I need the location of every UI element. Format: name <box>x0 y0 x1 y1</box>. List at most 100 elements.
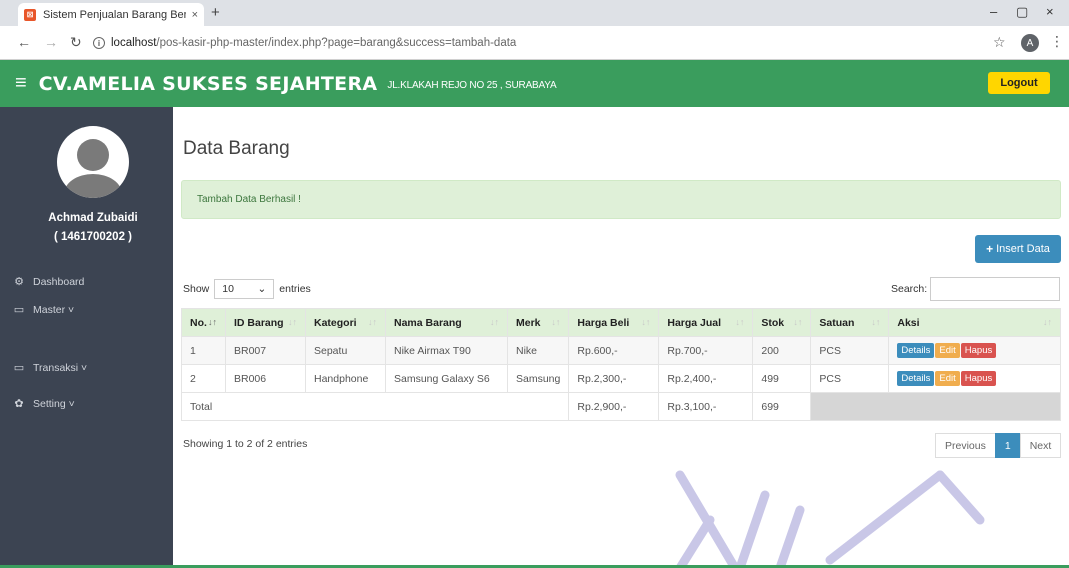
column-header-harga-beli[interactable]: Harga Beli ↓↑ <box>568 308 660 337</box>
column-header-harga-jual[interactable]: Harga Jual ↓↑ <box>658 308 754 337</box>
user-name: Achmad Zubaidi <box>48 212 138 224</box>
success-alert: Tambah Data Berhasil ! <box>181 180 1061 219</box>
column-header-no[interactable]: No. ↓↑ <box>181 308 226 337</box>
page-1-button[interactable]: 1 <box>994 433 1021 458</box>
url-path: /pos-kasir-php-master/index.php?page=bar… <box>156 37 517 49</box>
maximize-icon[interactable]: ▢ <box>1016 4 1028 20</box>
cell-satuan: PCS <box>810 364 890 393</box>
cell-id-barang: BR006 <box>225 364 306 393</box>
logout-button[interactable]: Logout <box>988 72 1050 94</box>
browser-tab-bar: ⊠ Sistem Penjualan Barang Berbas × + – ▢… <box>0 0 1069 26</box>
reload-icon[interactable]: ↻ <box>70 34 82 51</box>
table-row: 1 BR007 Sepatu Nike Airmax T90 Nike Rp.6… <box>181 336 1061 365</box>
cell-merk: Nike <box>506 336 570 365</box>
column-header-id-barang[interactable]: ID Barang ↓↑ <box>225 308 306 337</box>
column-header-satuan[interactable]: Satuan ↓↑ <box>810 308 890 337</box>
table-header-row: No. ↓↑ ID Barang ↓↑ Kategori ↓↑ Nama Barang… <box>181 308 1061 337</box>
edit-button[interactable]: Edit <box>935 343 960 358</box>
sidebar-item-setting[interactable]: ✿ Setting ˅ <box>12 397 75 411</box>
cell-merk: Samsung <box>506 364 570 393</box>
total-harga-jual: Rp.3,100,- <box>658 392 754 421</box>
entries-select-value: 10 <box>222 283 234 295</box>
total-label: Total <box>180 392 570 421</box>
monitor-icon: ▭ <box>13 304 25 316</box>
new-tab-icon[interactable]: + <box>211 4 220 21</box>
sidebar-item-dashboard[interactable]: ⚙ Dashboard <box>12 275 85 289</box>
user-id: ( 1461700202 ) <box>53 231 132 243</box>
sidebar-item-transaksi[interactable]: ▭ Transaksi ˅ <box>12 361 87 375</box>
pagination: Previous 1 Next <box>935 433 1062 458</box>
cell-satuan: PCS <box>810 336 890 365</box>
forward-arrow-icon[interactable]: → <box>44 34 58 50</box>
cell-kategori: Sepatu <box>305 336 386 365</box>
cell-stok: 200 <box>752 336 812 365</box>
entries-select[interactable]: 10 ⌄ <box>214 279 275 299</box>
sidebar-item-master[interactable]: ▭ Master ˅ <box>12 303 75 317</box>
app-header: ≡ CV.AMELIA SUKSES SEJAHTERA JL.KLAKAH R… <box>0 60 1069 107</box>
show-label: Show <box>183 283 210 295</box>
info-icon[interactable]: i <box>93 37 105 49</box>
cell-aksi: Details Edit Hapus <box>888 336 1061 365</box>
chevron-down-icon: ⌄ <box>257 283 267 295</box>
page-title: Data Barang <box>183 138 290 159</box>
url-host: localhost <box>111 37 157 49</box>
insert-data-label: Insert Data <box>996 243 1050 255</box>
sidebar-item-label: Dashboard <box>33 275 85 288</box>
cell-stok: 499 <box>752 364 812 393</box>
monitor-icon: ▭ <box>13 362 25 374</box>
total-row: Total Rp.2,900,- Rp.3,100,- 699 <box>180 392 1061 421</box>
cell-harga-beli: Rp.600,- <box>568 336 660 365</box>
previous-page-button[interactable]: Previous <box>935 433 996 458</box>
company-name: CV.AMELIA SUKSES SEJAHTERA <box>38 72 378 95</box>
details-button[interactable]: Details <box>897 343 935 358</box>
cell-aksi: Details Edit Hapus <box>888 364 1061 393</box>
total-stok: 699 <box>752 392 812 421</box>
avatar <box>57 126 129 198</box>
column-header-merk[interactable]: Merk ↓↑ <box>506 308 570 337</box>
dashboard-icon: ⚙ <box>14 276 24 288</box>
cell-harga-jual: Rp.700,- <box>658 336 754 365</box>
window-close-icon[interactable]: × <box>1046 4 1054 19</box>
cell-nama-barang: Nike Airmax T90 <box>385 336 508 365</box>
sidebar: Achmad Zubaidi ( 1461700202 ) ⚙ Dashboar… <box>0 107 173 568</box>
minimize-icon[interactable]: – <box>990 4 997 19</box>
browser-address-bar: ← → ↻ i localhost/pos-kasir-php-master/i… <box>0 26 1069 60</box>
cell-harga-beli: Rp.2,300,- <box>568 364 660 393</box>
bookmark-star-icon[interactable]: ☆ <box>993 34 1006 51</box>
cell-no: 1 <box>181 336 226 365</box>
entries-length-control: Show 10 ⌄ entries <box>183 279 311 299</box>
total-empty-cell <box>810 392 1061 421</box>
plus-icon: + <box>986 242 994 256</box>
search-control: Search: <box>891 277 1061 301</box>
browser-tab-title: Sistem Penjualan Barang Berbas <box>43 8 186 21</box>
search-label: Search: <box>891 283 928 295</box>
edit-button[interactable]: Edit <box>935 371 960 386</box>
column-header-stok[interactable]: Stok ↓↑ <box>752 308 812 337</box>
back-arrow-icon[interactable]: ← <box>17 34 31 50</box>
next-page-button[interactable]: Next <box>1019 433 1062 458</box>
table-row: 2 BR006 Handphone Samsung Galaxy S6 Sams… <box>181 364 1061 393</box>
column-header-nama-barang[interactable]: Nama Barang ↓↑ <box>385 308 508 337</box>
search-input[interactable] <box>930 277 1061 301</box>
column-header-aksi[interactable]: Aksi ↓↑ <box>888 308 1061 337</box>
browser-menu-icon[interactable]: ⋮ <box>1050 33 1064 50</box>
hapus-button[interactable]: Hapus <box>960 343 997 358</box>
cell-no: 2 <box>181 364 226 393</box>
table-info: Showing 1 to 2 of 2 entries <box>183 438 308 450</box>
url-field[interactable]: i localhost/pos-kasir-php-master/index.p… <box>93 31 973 55</box>
sidebar-item-label: Master ˅ <box>33 303 75 316</box>
column-header-kategori[interactable]: Kategori ↓↑ <box>305 308 386 337</box>
sidebar-item-label: Setting ˅ <box>33 397 75 410</box>
total-harga-beli: Rp.2,900,- <box>568 392 660 421</box>
hamburger-menu-icon[interactable]: ≡ <box>15 72 27 95</box>
cell-harga-jual: Rp.2,400,- <box>658 364 754 393</box>
insert-data-button[interactable]: + Insert Data <box>975 235 1061 263</box>
cell-id-barang: BR007 <box>225 336 306 365</box>
browser-tab[interactable]: ⊠ Sistem Penjualan Barang Berbas × <box>18 3 204 26</box>
browser-profile-avatar[interactable]: A <box>1021 34 1039 52</box>
tab-close-icon[interactable]: × <box>192 9 198 21</box>
details-button[interactable]: Details <box>897 371 935 386</box>
gear-icon: ✿ <box>14 398 24 410</box>
cell-nama-barang: Samsung Galaxy S6 <box>385 364 508 393</box>
hapus-button[interactable]: Hapus <box>960 371 997 386</box>
